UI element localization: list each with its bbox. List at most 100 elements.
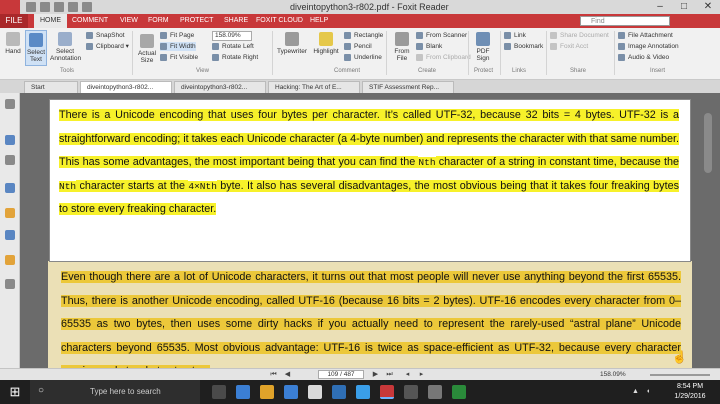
select-text-button[interactable]: Select Text — [25, 30, 47, 66]
vertical-scrollbar[interactable] — [700, 93, 720, 376]
file-attachment-button[interactable]: File Attachment — [618, 31, 673, 40]
tab-home[interactable]: HOME — [34, 14, 67, 28]
foxit-reader-icon[interactable] — [380, 385, 394, 399]
tab-share[interactable]: SHARE — [224, 14, 248, 28]
last-page-icon[interactable]: ⏭ — [384, 370, 395, 379]
security-lock-icon[interactable] — [5, 255, 15, 265]
print-icon[interactable] — [54, 2, 64, 12]
tab-protect[interactable]: PROTECT — [180, 14, 213, 28]
actual-size-button[interactable]: Actual Size — [136, 34, 158, 64]
window-title: diveintopython3-r802.pdf - Foxit Reader — [290, 2, 449, 12]
tab-comment[interactable]: COMMENT — [72, 14, 108, 28]
taskbar-search[interactable]: ○ Type here to search — [30, 380, 200, 404]
from-clipboard-button[interactable]: From Clipboard — [416, 53, 471, 62]
blank-button[interactable]: Blank — [416, 42, 442, 51]
foxit-logo-icon[interactable] — [0, 0, 20, 14]
network-icon[interactable]: ▲ — [632, 388, 639, 395]
snapshot-button[interactable]: SnapShot — [86, 31, 125, 40]
select-annotation-icon — [58, 32, 72, 46]
foxit-account-button[interactable]: Foxit Acct — [550, 42, 588, 51]
bookmark-button[interactable]: Bookmark — [504, 42, 543, 51]
tab-form[interactable]: FORM — [148, 14, 169, 28]
highlight-button[interactable]: Highlight — [312, 32, 340, 55]
rotate-right-button[interactable]: Rotate Right — [212, 53, 258, 62]
image-annotation-button[interactable]: Image Annotation — [618, 42, 679, 51]
highlight-icon — [319, 32, 333, 46]
from-file-icon — [395, 32, 409, 46]
hand-tool-button[interactable]: Hand — [3, 32, 23, 55]
from-scanner-button[interactable]: From Scanner — [416, 31, 467, 40]
scrollbar-thumb[interactable] — [704, 113, 712, 173]
next-page-icon[interactable]: ▶ — [370, 370, 381, 379]
app-icon[interactable] — [308, 385, 322, 399]
back-icon[interactable]: ◂ — [402, 370, 413, 379]
minimize-button[interactable]: – — [648, 0, 672, 14]
word-icon[interactable] — [332, 385, 346, 399]
group-label-comment: Comment — [334, 68, 361, 74]
start-button[interactable]: ⊞ — [0, 380, 30, 404]
find-input[interactable]: Find — [580, 16, 670, 26]
typewriter-button[interactable]: Typewriter — [276, 32, 308, 55]
task-view-icon[interactable] — [212, 385, 226, 399]
select-annotation-button[interactable]: Select Annotation — [50, 32, 81, 62]
tab-view[interactable]: VIEW — [120, 14, 138, 28]
pdf-page[interactable]: Even though there are a lot of Unicode c… — [48, 261, 692, 381]
rectangle-button[interactable]: Rectangle — [344, 31, 383, 40]
doc-tab-2[interactable]: diveintopython3-r802... — [174, 81, 266, 93]
ribbon-toolbar: Hand Select Text Select Annotation SnapS… — [0, 28, 720, 80]
pages-icon[interactable] — [5, 135, 15, 145]
settings-icon[interactable] — [404, 385, 418, 399]
clipboard-button[interactable]: Clipboard ▾ — [86, 42, 129, 51]
attachments-icon[interactable] — [5, 230, 15, 240]
forward-icon[interactable]: ▸ — [416, 370, 427, 379]
from-file-button[interactable]: From File — [390, 32, 414, 62]
doc-tab-3[interactable]: Hacking: The Art of E... — [268, 81, 360, 93]
fit-visible-button[interactable]: Fit Visible — [160, 53, 198, 62]
first-page-icon[interactable]: ⏮ — [268, 370, 279, 379]
group-label-insert: Insert — [650, 68, 666, 74]
underline-button[interactable]: Underline — [344, 53, 382, 62]
file-explorer-icon[interactable] — [260, 385, 274, 399]
rotate-left-button[interactable]: Rotate Left — [212, 42, 254, 51]
link-button[interactable]: Link — [504, 31, 526, 40]
doc-tab-start[interactable]: Start — [24, 81, 78, 93]
fit-width-button[interactable]: Fit Width — [160, 42, 196, 51]
signatures-icon[interactable] — [5, 279, 15, 289]
page-number-input[interactable]: 109 / 487 — [318, 370, 364, 379]
save-icon[interactable] — [40, 2, 50, 12]
group-label-view: View — [196, 68, 209, 74]
group-separator — [132, 31, 133, 75]
clock[interactable]: 8:54 PM 1/29/2016 — [670, 382, 710, 402]
maximize-button[interactable]: □ — [672, 0, 696, 14]
doc-tab-4[interactable]: STIF Assessment Rep... — [362, 81, 454, 93]
collapse-arrow-icon[interactable] — [5, 99, 15, 109]
edge-icon[interactable] — [236, 385, 250, 399]
tab-file[interactable]: FILE — [0, 14, 28, 28]
zoom-slider[interactable] — [650, 374, 710, 376]
undo-icon[interactable] — [68, 2, 78, 12]
chrome-icon[interactable] — [356, 385, 370, 399]
previous-page-icon[interactable]: ◀ — [282, 370, 293, 379]
volume-icon[interactable]: ◖ — [646, 388, 650, 395]
zoom-select[interactable]: 158.09% — [212, 31, 252, 41]
doc-tab-1[interactable]: diveintopython3-r802... — [80, 81, 172, 93]
bookmarks-icon[interactable] — [5, 155, 15, 165]
layers-icon[interactable] — [5, 183, 15, 193]
redo-icon[interactable] — [82, 2, 92, 12]
store-icon[interactable] — [284, 385, 298, 399]
share-document-button[interactable]: Share Document — [550, 31, 609, 40]
audio-video-button[interactable]: Audio & Video — [618, 53, 669, 62]
tab-help[interactable]: HELP — [310, 14, 328, 28]
tab-foxit-cloud[interactable]: FOXIT CLOUD — [256, 14, 303, 28]
fit-page-button[interactable]: Fit Page — [160, 31, 194, 40]
open-icon[interactable] — [26, 2, 36, 12]
excel-icon[interactable] — [452, 385, 466, 399]
media-icon[interactable] — [428, 385, 442, 399]
zoomed-text-callout: There is a Unicode encoding that uses fo… — [50, 100, 690, 261]
actual-size-icon — [140, 34, 154, 48]
ribbon-tabs: FILE HOME COMMENT VIEW FORM PROTECT SHAR… — [0, 14, 720, 28]
comments-icon[interactable] — [5, 208, 15, 218]
pdf-sign-button[interactable]: PDF Sign — [472, 32, 494, 62]
pencil-button[interactable]: Pencil — [344, 42, 372, 51]
close-button[interactable]: ✕ — [696, 0, 720, 14]
